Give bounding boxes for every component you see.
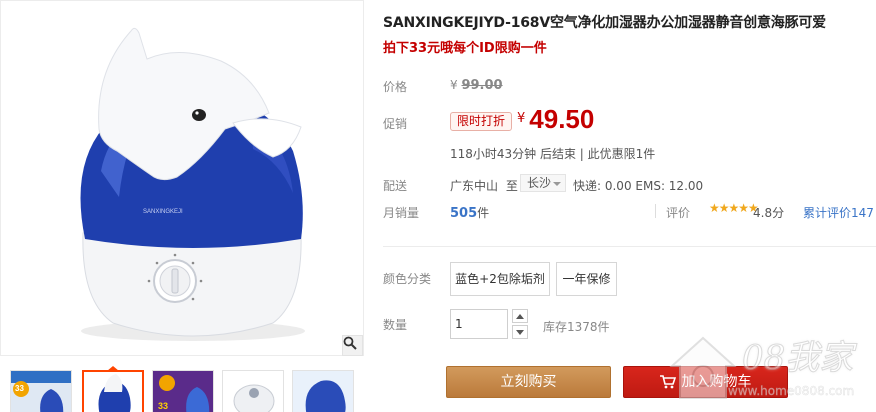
- shipping-fee: 快递: 0.00 EMS: 12.00: [573, 179, 704, 193]
- product-gallery: SANXINGKEJI 33 33: [0, 0, 366, 412]
- ship-from: 广东中山 至: [450, 177, 518, 194]
- price-label: 价格: [383, 80, 408, 94]
- original-price-currency: ¥: [450, 78, 458, 92]
- sales-divider: [655, 204, 656, 218]
- shipping-label: 配送: [383, 179, 408, 193]
- sku-option-blue[interactable]: 蓝色+2包除垢剂: [450, 262, 550, 296]
- promo-badge: 限时打折: [450, 112, 513, 131]
- ship-to-dropdown[interactable]: 长沙: [520, 174, 566, 192]
- site-watermark: 08我家 www.home0808.com: [668, 326, 876, 412]
- chevron-up-icon: [516, 313, 524, 319]
- caret-down-icon: [553, 182, 561, 186]
- humidifier-illustration: SANXINGKEJI: [80, 27, 305, 341]
- product-title: SANXINGKEJIYD-168V空气净化加湿器办公加湿器静音创意海豚可爱: [383, 15, 826, 31]
- monthly-sales-label: 月销量: [383, 206, 420, 220]
- monthly-sales-count: 505: [450, 206, 478, 221]
- zoom-button[interactable]: [342, 335, 363, 356]
- thumbnail-5[interactable]: [292, 370, 354, 412]
- monthly-sales-unit: 件: [477, 206, 490, 220]
- thumbnail-4[interactable]: [222, 370, 284, 412]
- original-price: ¥ 99.00: [450, 78, 503, 93]
- tank-brand-text: SANXINGKEJI: [143, 209, 183, 215]
- quantity-decrease-button[interactable]: [512, 325, 528, 339]
- promo-countdown: 118小时43分钟 后结束 | 此优惠限1件: [450, 147, 656, 161]
- promo-price-amount: 49.50: [529, 104, 595, 134]
- ship-to-city: 长沙: [527, 176, 552, 190]
- rating-label: 评价: [666, 206, 691, 220]
- thumbnail-strip: 33 33: [0, 366, 366, 412]
- color-label: 颜色分类: [383, 272, 432, 286]
- thumbnail-2[interactable]: [82, 370, 144, 412]
- magnifier-icon: [343, 336, 357, 350]
- ship-from-city: 广东中山: [450, 179, 499, 193]
- thumb-3-badge: 33: [158, 401, 169, 411]
- thumb-2-image: [84, 372, 142, 412]
- product-subtitle: 拍下33元哦每个ID限购一件: [383, 41, 547, 56]
- ship-to-word: 至: [505, 179, 518, 193]
- promo-label: 促销: [383, 117, 408, 131]
- quantity-increase-button[interactable]: [512, 309, 528, 323]
- promo-price: ¥49.50: [517, 104, 594, 135]
- section-divider: [383, 246, 876, 247]
- thumbnail-3[interactable]: 33: [152, 370, 214, 412]
- quantity-input[interactable]: [450, 309, 508, 339]
- watermark-brand: 08我家: [741, 338, 854, 379]
- main-product-image[interactable]: SANXINGKEJI: [0, 0, 364, 356]
- promo-price-currency: ¥: [517, 111, 526, 126]
- buy-now-button[interactable]: 立刻购买: [446, 366, 611, 398]
- original-price-amount: 99.00: [461, 78, 503, 93]
- thumb-5-image: [293, 371, 353, 412]
- stock-count: 库存1378件: [543, 320, 610, 334]
- sku-option-warranty[interactable]: 一年保修: [556, 262, 617, 296]
- thumbnail-1[interactable]: 33: [10, 370, 72, 412]
- quantity-label: 数量: [383, 318, 408, 332]
- thumb-4-image: [223, 371, 283, 412]
- rating-stars: ★★★★★: [709, 201, 759, 215]
- rating-score: 4.8分: [753, 206, 785, 220]
- watermark-url: www.home0808.com: [728, 384, 855, 399]
- thumb-1-badge: 33: [15, 384, 24, 393]
- chevron-down-icon: [516, 329, 524, 335]
- monthly-sales: 505件: [450, 204, 489, 221]
- review-count-link[interactable]: 累计评价147: [803, 204, 874, 221]
